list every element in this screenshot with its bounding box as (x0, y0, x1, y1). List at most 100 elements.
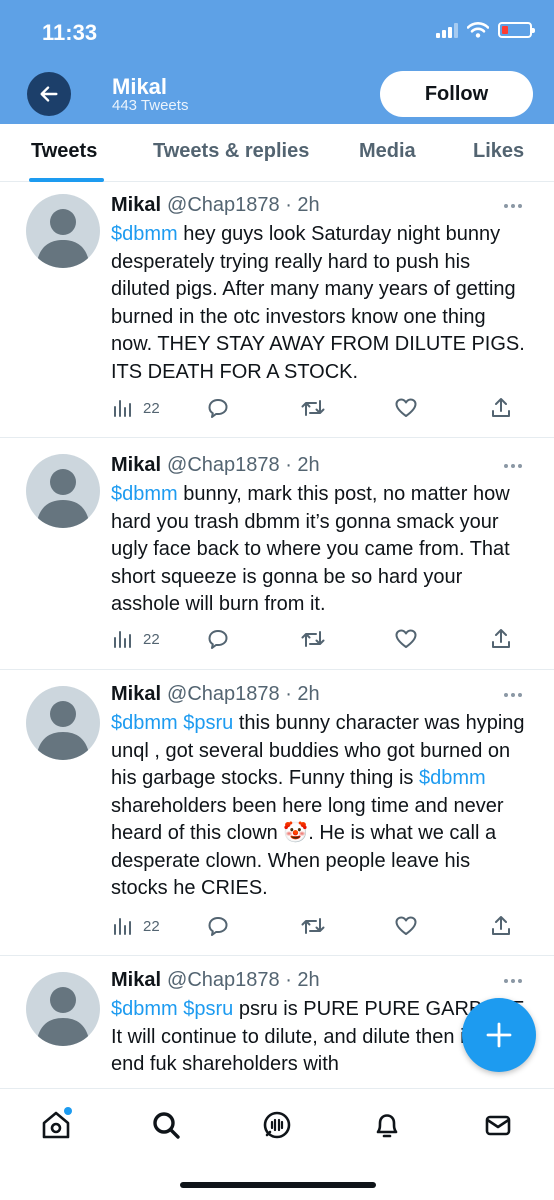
spaces-icon (263, 1111, 291, 1139)
author-handle-time: @Chap1878 · 2h (167, 969, 320, 991)
compose-plus-icon (486, 1022, 512, 1048)
tweet-item[interactable]: Mikal @Chap1878 · 2h $dbmm bunny, mark th… (0, 438, 554, 670)
cashtag[interactable]: $dbmm (111, 223, 178, 245)
retweet-icon (301, 918, 325, 934)
views-button[interactable]: 22 (113, 914, 160, 938)
follow-button[interactable]: Follow (380, 71, 533, 117)
nav-home[interactable] (36, 1105, 76, 1145)
reply-icon (208, 399, 228, 418)
more-options-icon[interactable] (504, 464, 522, 468)
views-count: 22 (143, 630, 160, 648)
reply-button[interactable] (206, 914, 230, 938)
views-count: 22 (143, 399, 160, 417)
tweet-item[interactable]: Mikal @Chap1878 · 2h $dbmm hey guys look … (0, 182, 554, 438)
heart-icon (395, 916, 417, 935)
tweet-text: $dbmm $psru this bunny character was hyp… (111, 710, 531, 903)
reply-icon (208, 630, 228, 649)
views-chart-icon (114, 400, 131, 417)
default-avatar-icon (36, 701, 90, 760)
default-avatar-icon (36, 987, 90, 1046)
more-options-icon[interactable] (504, 204, 522, 208)
tweet-actions: 22 (111, 627, 511, 651)
retweet-button[interactable] (300, 396, 326, 420)
author-handle-time: @Chap1878 · 2h (167, 194, 320, 216)
author-name[interactable]: Mikal (111, 683, 161, 705)
reply-button[interactable] (206, 627, 230, 651)
cashtag[interactable]: $dbmm (111, 483, 178, 505)
tab-likes[interactable]: Likes (473, 140, 524, 163)
default-avatar-icon (36, 209, 90, 268)
cashtag[interactable]: $dbmm (419, 767, 486, 789)
status-icons (436, 22, 535, 38)
retweet-icon (301, 400, 325, 416)
unread-dot (64, 1107, 72, 1115)
tweet-count: 443 Tweets (112, 97, 189, 114)
tweet-actions: 22 (111, 914, 511, 938)
battery-icon (498, 22, 535, 38)
nav-search[interactable] (146, 1105, 186, 1145)
tweet-header: Mikal @Chap1878 · 2h (111, 683, 320, 706)
tweet-text: $dbmm hey guys look Saturday night bunny… (111, 221, 531, 386)
avatar[interactable] (26, 194, 100, 268)
tweet-header: Mikal @Chap1878 · 2h (111, 969, 320, 992)
signal-icon (436, 22, 458, 38)
share-icon (492, 398, 510, 417)
default-avatar-icon (36, 469, 90, 528)
author-name[interactable]: Mikal (111, 194, 161, 216)
reply-button[interactable] (206, 396, 230, 420)
share-button[interactable] (489, 627, 513, 651)
tweet-text: $dbmm bunny, mark this post, no matter h… (111, 481, 531, 619)
profile-tabs: Tweets Tweets & replies Media Likes (0, 124, 554, 182)
share-button[interactable] (489, 396, 513, 420)
views-chart-icon (114, 918, 131, 935)
more-options-icon[interactable] (504, 979, 522, 983)
share-button[interactable] (489, 914, 513, 938)
views-button[interactable]: 22 (113, 627, 160, 651)
compose-tweet-button[interactable] (462, 998, 536, 1072)
more-options-icon[interactable] (504, 693, 522, 697)
share-icon (492, 629, 510, 648)
messages-icon (485, 1115, 511, 1136)
avatar[interactable] (26, 454, 100, 528)
tab-tweets-replies[interactable]: Tweets & replies (153, 140, 309, 163)
search-icon (153, 1112, 180, 1139)
cashtag[interactable]: $dbmm $psru (111, 998, 233, 1020)
author-handle-time: @Chap1878 · 2h (167, 683, 320, 705)
wifi-icon (467, 22, 489, 38)
author-name[interactable]: Mikal (111, 454, 161, 476)
nav-notifications[interactable] (367, 1105, 407, 1145)
tweet-body: hey guys look Saturday night bunny despe… (111, 223, 525, 383)
back-arrow-icon (40, 86, 58, 102)
heart-icon (395, 398, 417, 417)
notifications-icon (376, 1114, 398, 1138)
home-indicator (180, 1182, 376, 1188)
heart-icon (395, 629, 417, 648)
tweet-actions: 22 (111, 396, 511, 420)
like-button[interactable] (394, 914, 418, 938)
tweet-header: Mikal @Chap1878 · 2h (111, 194, 320, 217)
author-name[interactable]: Mikal (111, 969, 161, 991)
tab-tweets[interactable]: Tweets (31, 140, 97, 163)
views-button[interactable]: 22 (113, 396, 160, 420)
views-count: 22 (143, 917, 160, 935)
views-chart-icon (114, 631, 131, 648)
retweet-button[interactable] (300, 914, 326, 938)
retweet-button[interactable] (300, 627, 326, 651)
avatar[interactable] (26, 686, 100, 760)
author-handle-time: @Chap1878 · 2h (167, 454, 320, 476)
back-button[interactable] (27, 72, 71, 116)
status-time: 11:33 (42, 20, 98, 45)
like-button[interactable] (394, 396, 418, 420)
profile-header: 11:33 Mikal 443 Tweets Follow (0, 0, 554, 124)
like-button[interactable] (394, 627, 418, 651)
tab-media[interactable]: Media (359, 140, 416, 163)
tweet-body-continued: shareholders been here long time and nev… (111, 794, 504, 900)
nav-messages[interactable] (478, 1105, 518, 1145)
avatar[interactable] (26, 972, 100, 1046)
share-icon (492, 916, 510, 935)
cashtag[interactable]: $dbmm $psru (111, 712, 233, 734)
nav-spaces[interactable] (257, 1105, 297, 1145)
tweet-item[interactable]: Mikal @Chap1878 · 2h $dbmm $psru this bun… (0, 670, 554, 956)
reply-icon (208, 917, 228, 936)
tweet-header: Mikal @Chap1878 · 2h (111, 454, 320, 477)
